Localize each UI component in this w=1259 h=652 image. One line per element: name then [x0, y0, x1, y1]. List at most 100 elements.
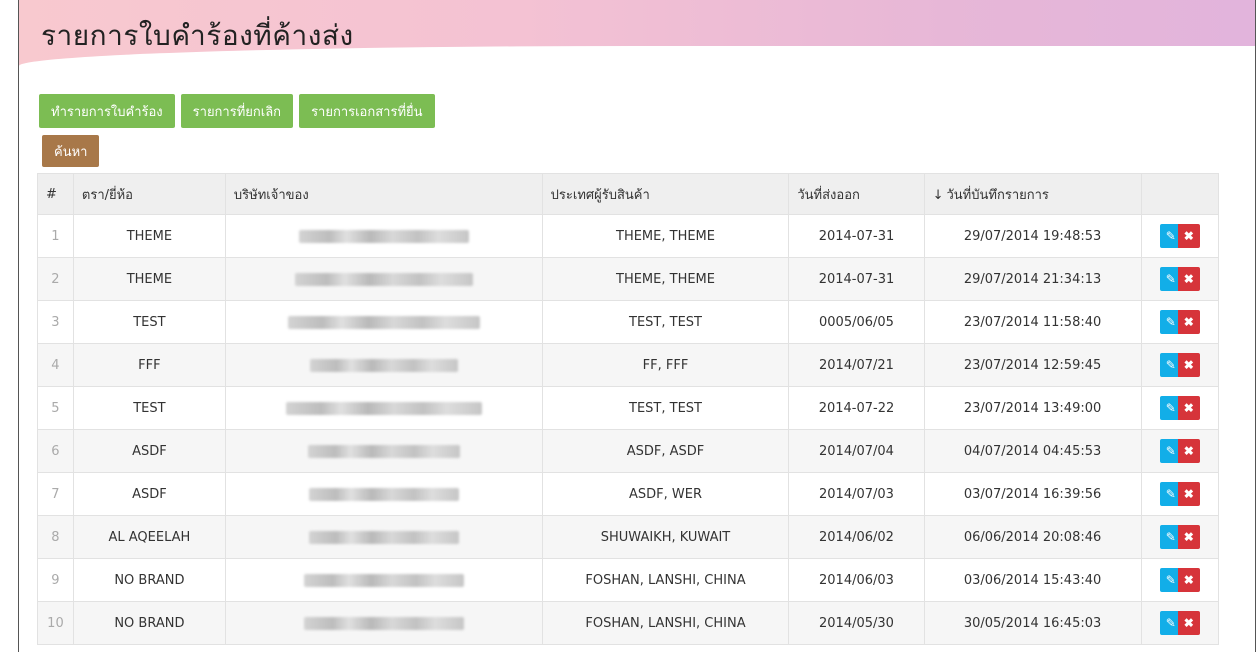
pencil-icon: ✎	[1165, 444, 1176, 458]
redacted-text	[309, 358, 458, 372]
pencil-icon: ✎	[1165, 315, 1176, 329]
close-icon: ✖	[1183, 573, 1194, 587]
table-row[interactable]: 5 TEST TEST, TEST 2014-07-22 23/07/2014 13:4…	[37, 386, 1219, 430]
table-row[interactable]: 10 NO BRAND FOSHAN, LANSHI, CHINA 2014/05/3…	[37, 601, 1219, 645]
col-country-header[interactable]: ประเทศผู้รับสินค้า	[541, 173, 790, 215]
table-row[interactable]: 6 ASDF ASDF, ASDF 2014/07/04 04/07/2014 04:4…	[37, 429, 1219, 473]
redacted-text	[294, 272, 473, 286]
delete-button[interactable]: ✖	[1177, 611, 1200, 635]
create-request-button[interactable]: ทำรายการใบคำร้อง	[39, 94, 175, 128]
close-icon: ✖	[1183, 272, 1194, 286]
row-actions: ✎ ✖	[1140, 257, 1219, 301]
row-record-date: 29/07/2014 19:48:53	[923, 214, 1142, 258]
col-num-header[interactable]: #	[37, 173, 74, 215]
row-number: 5	[37, 386, 74, 430]
row-ship-date: 0005/06/05	[788, 300, 925, 344]
pencil-icon: ✎	[1165, 616, 1176, 630]
row-record-date: 03/07/2014 16:39:56	[923, 472, 1142, 516]
redacted-text	[298, 229, 469, 243]
row-number: 4	[37, 343, 74, 387]
row-ship-date: 2014/06/03	[788, 558, 925, 602]
row-actions: ✎ ✖	[1140, 214, 1219, 258]
row-country: TEST, TEST	[541, 386, 790, 430]
close-icon: ✖	[1183, 487, 1194, 501]
search-button[interactable]: ค้นหา	[42, 135, 100, 167]
table-row[interactable]: 7 ASDF ASDF, WER 2014/07/03 03/07/2014 16:39…	[37, 472, 1219, 516]
col-ship-date-header[interactable]: วันที่ส่งออก	[788, 173, 925, 215]
table-row[interactable]: 4 FFF FF, FFF 2014/07/21 23/07/2014 12:59:45…	[37, 343, 1219, 387]
close-icon: ✖	[1183, 229, 1194, 243]
row-ship-date: 2014-07-22	[788, 386, 925, 430]
row-owner-redacted	[224, 472, 543, 516]
row-country: ASDF, WER	[541, 472, 790, 516]
row-brand: THEME	[72, 214, 226, 258]
delete-button[interactable]: ✖	[1177, 525, 1200, 549]
row-ship-date: 2014-07-31	[788, 257, 925, 301]
row-country: FF, FFF	[541, 343, 790, 387]
redacted-text	[308, 530, 459, 544]
row-actions: ✎ ✖	[1140, 601, 1219, 645]
pencil-icon: ✎	[1165, 272, 1176, 286]
table-row[interactable]: 1 THEME THEME, THEME 2014-07-31 29/07/2014 1…	[37, 214, 1219, 258]
row-owner-redacted	[224, 300, 543, 344]
delete-button[interactable]: ✖	[1177, 396, 1200, 420]
row-ship-date: 2014/07/04	[788, 429, 925, 473]
redacted-text	[287, 315, 480, 329]
row-country: SHUWAIKH, KUWAIT	[541, 515, 790, 559]
col-record-date-header[interactable]: ↓ วันที่บันทึกรายการ	[923, 173, 1142, 215]
row-owner-redacted	[224, 601, 543, 645]
delete-button[interactable]: ✖	[1177, 267, 1200, 291]
row-actions: ✎ ✖	[1140, 472, 1219, 516]
close-icon: ✖	[1183, 616, 1194, 630]
redacted-text	[303, 573, 464, 587]
redacted-text	[307, 444, 460, 458]
row-country: FOSHAN, LANSHI, CHINA	[541, 601, 790, 645]
table-row[interactable]: 8 AL AQEELAH SHUWAIKH, KUWAIT 2014/06/02 06/…	[37, 515, 1219, 559]
delete-button[interactable]: ✖	[1177, 482, 1200, 506]
table-row[interactable]: 3 TEST TEST, TEST 0005/06/05 23/07/2014 11:5…	[37, 300, 1219, 344]
row-actions: ✎ ✖	[1140, 300, 1219, 344]
row-record-date: 04/07/2014 04:45:53	[923, 429, 1142, 473]
row-owner-redacted	[224, 386, 543, 430]
row-brand: AL AQEELAH	[72, 515, 226, 559]
close-icon: ✖	[1183, 530, 1194, 544]
pencil-icon: ✎	[1165, 487, 1176, 501]
row-actions: ✎ ✖	[1140, 429, 1219, 473]
row-number: 2	[37, 257, 74, 301]
close-icon: ✖	[1183, 401, 1194, 415]
delete-button[interactable]: ✖	[1177, 439, 1200, 463]
row-country: TEST, TEST	[541, 300, 790, 344]
row-record-date: 06/06/2014 20:08:46	[923, 515, 1142, 559]
submitted-list-button[interactable]: รายการเอกสารที่ยื่น	[299, 94, 435, 128]
row-owner-redacted	[224, 257, 543, 301]
row-actions: ✎ ✖	[1140, 343, 1219, 387]
cancelled-list-button[interactable]: รายการที่ยกเลิก	[180, 94, 294, 128]
table-row[interactable]: 2 THEME THEME, THEME 2014-07-31 29/07/2014 2…	[37, 257, 1219, 301]
row-brand: NO BRAND	[72, 601, 226, 645]
row-owner-redacted	[224, 343, 543, 387]
row-owner-redacted	[224, 429, 543, 473]
col-owner-header[interactable]: บริษัทเจ้าของ	[224, 173, 543, 215]
request-table: # ตรา/ยี่ห้อ บริษัทเจ้าของ ประเทศผู้รับส…	[37, 173, 1219, 645]
redacted-text	[308, 487, 459, 501]
redacted-text	[303, 616, 464, 630]
row-record-date: 23/07/2014 11:58:40	[923, 300, 1142, 344]
delete-button[interactable]: ✖	[1177, 310, 1200, 334]
row-country: THEME, THEME	[541, 214, 790, 258]
row-record-date: 23/07/2014 13:49:00	[923, 386, 1142, 430]
table-row[interactable]: 9 NO BRAND FOSHAN, LANSHI, CHINA 2014/06/03…	[37, 558, 1219, 602]
close-icon: ✖	[1183, 358, 1194, 372]
row-brand: FFF	[72, 343, 226, 387]
delete-button[interactable]: ✖	[1177, 568, 1200, 592]
row-number: 9	[37, 558, 74, 602]
delete-button[interactable]: ✖	[1177, 224, 1200, 248]
row-brand: ASDF	[72, 429, 226, 473]
delete-button[interactable]: ✖	[1177, 353, 1200, 377]
col-record-date-label: วันที่บันทึกรายการ	[946, 187, 1049, 203]
row-actions: ✎ ✖	[1140, 386, 1219, 430]
col-actions-header	[1140, 173, 1219, 215]
row-ship-date: 2014/05/30	[788, 601, 925, 645]
pencil-icon: ✎	[1165, 401, 1176, 415]
col-brand-header[interactable]: ตรา/ยี่ห้อ	[72, 173, 226, 215]
row-record-date: 30/05/2014 16:45:03	[923, 601, 1142, 645]
